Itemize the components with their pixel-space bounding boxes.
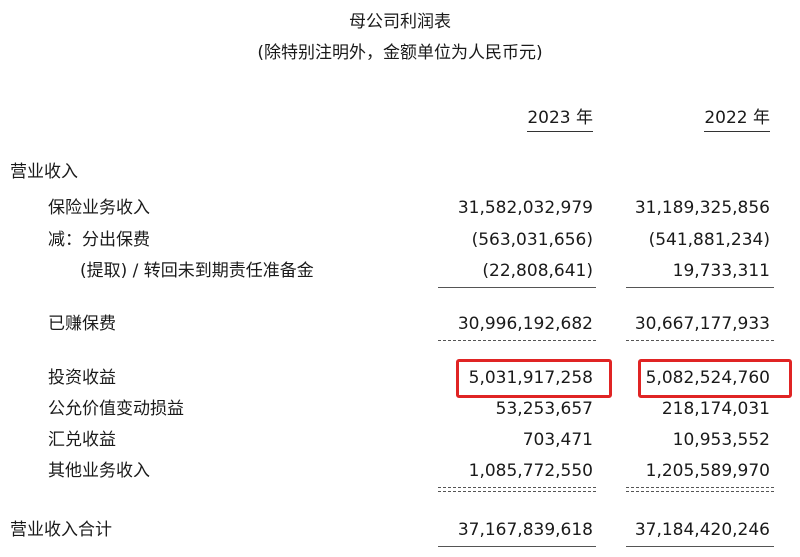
table-row: 汇兑收益 703,471 10,953,552 — [0, 428, 800, 458]
row-label: 公允价值变动损益 — [48, 399, 184, 419]
subtotal-rule-2022-second — [626, 491, 774, 492]
value-2022: 30,667,177,933 — [634, 314, 770, 334]
highlight-box-2022 — [638, 359, 792, 398]
subtotal-rule-2023 — [438, 487, 596, 488]
value-2022: 10,953,552 — [672, 430, 770, 450]
row-label: (提取) / 转回未到期责任准备金 — [80, 261, 314, 281]
row-label: 营业收入 — [10, 162, 78, 182]
table-row: 已赚保费 30,996,192,682 30,667,177,933 — [0, 312, 800, 342]
highlight-box-2023 — [456, 359, 612, 398]
total-rule-2023 — [438, 340, 596, 341]
page-subtitle: (除特别注明外，金额单位为人民币元) — [257, 43, 543, 63]
subtotal-rule-2022 — [626, 287, 774, 288]
column-header-2022: 2022 年 — [704, 107, 770, 132]
value-2023: 703,471 — [522, 430, 593, 450]
total-rule-2022 — [626, 546, 774, 547]
row-label: 减：分出保费 — [48, 230, 150, 250]
value-2022: 37,184,420,246 — [634, 520, 770, 540]
value-2023: 37,167,839,618 — [457, 520, 593, 540]
table-row: 营业收入 — [0, 160, 800, 190]
table-row: 减：分出保费 (563,031,656) (541,881,234) — [0, 228, 800, 258]
row-label: 保险业务收入 — [48, 198, 150, 218]
table-row: 公允价值变动损益 53,253,657 218,174,031 — [0, 397, 800, 427]
table-row: 其他业务收入 1,085,772,550 1,205,589,970 — [0, 459, 800, 489]
total-rule-2023 — [438, 546, 596, 547]
value-2023: 31,582,032,979 — [457, 198, 593, 218]
row-label: 已赚保费 — [48, 314, 116, 334]
subtotal-rule-2023-second — [438, 491, 596, 492]
subtotal-rule-2022 — [626, 487, 774, 488]
value-2022: 218,174,031 — [661, 399, 770, 419]
value-2022: 31,189,325,856 — [634, 198, 770, 218]
row-label: 其他业务收入 — [48, 461, 150, 481]
row-label: 投资收益 — [48, 368, 116, 388]
value-2023: 53,253,657 — [495, 399, 593, 419]
page-title: 母公司利润表 — [349, 12, 451, 32]
table-row: (提取) / 转回未到期责任准备金 (22,808,641) 19,733,31… — [0, 259, 800, 289]
column-header-2023: 2023 年 — [527, 107, 593, 132]
row-label: 营业收入合计 — [10, 520, 112, 540]
value-2023: 1,085,772,550 — [468, 461, 593, 481]
value-2022: 1,205,589,970 — [645, 461, 770, 481]
value-2022: (541,881,234) — [648, 230, 770, 250]
value-2022: 19,733,311 — [672, 261, 770, 281]
value-2023: (22,808,641) — [482, 261, 593, 281]
value-2023: 30,996,192,682 — [457, 314, 593, 334]
table-row: 营业收入合计 37,167,839,618 37,184,420,246 — [0, 518, 800, 548]
row-label: 汇兑收益 — [48, 430, 116, 450]
total-rule-2022 — [626, 340, 774, 341]
table-row: 保险业务收入 31,582,032,979 31,189,325,856 — [0, 196, 800, 226]
subtotal-rule-2023 — [438, 287, 596, 288]
value-2023: (563,031,656) — [471, 230, 593, 250]
